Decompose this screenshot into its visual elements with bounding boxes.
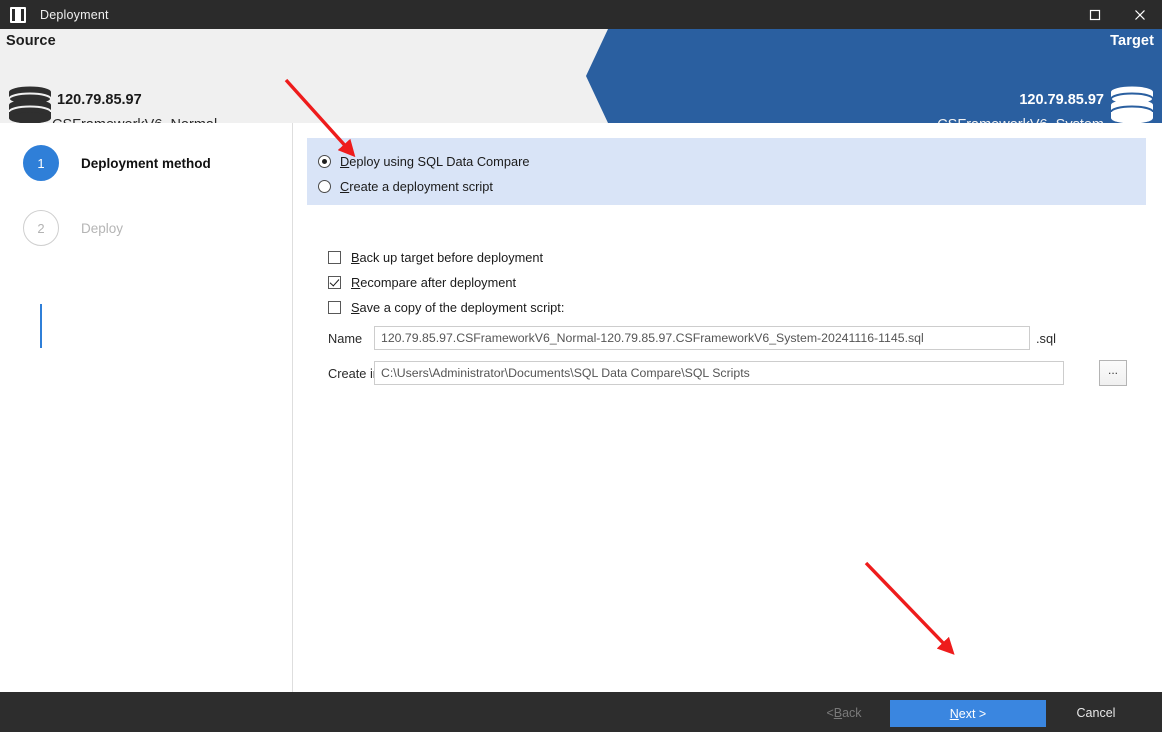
next-button-rest: ext > — [959, 707, 986, 721]
radio-label-deploy-rest: eploy using SQL Data Compare — [349, 154, 529, 169]
next-button[interactable]: Next > — [890, 700, 1046, 727]
close-icon[interactable] — [1117, 0, 1162, 29]
step-2-label: Deploy — [81, 221, 123, 236]
accel-back: B — [834, 706, 842, 720]
back-button-prefix: < — [826, 706, 833, 720]
checkbox-label-save-copy: Save a copy of the deployment script: — [351, 300, 564, 315]
create-in-field-label: Create in — [328, 366, 380, 381]
radio-create-deployment-script[interactable]: Create a deployment script — [318, 179, 493, 194]
accel-backup: B — [351, 250, 360, 265]
accel-deploy: D — [340, 154, 349, 169]
accel-save-copy: S — [351, 300, 360, 315]
target-heading: Target — [1110, 33, 1154, 49]
step-1-number: 1 — [23, 145, 59, 181]
checkbox-label-backup-rest: ack up target before deployment — [360, 250, 544, 265]
target-database-icon — [1110, 86, 1154, 123]
name-field-label: Name — [328, 331, 362, 346]
source-host: 120.79.85.97 — [57, 92, 142, 108]
create-in-input[interactable]: C:\Users\Administrator\Documents\SQL Dat… — [374, 361, 1064, 385]
checkbox-label-recompare-rest: ecompare after deployment — [360, 275, 516, 290]
checkbox-save-copy-of-script[interactable]: Save a copy of the deployment script: — [328, 300, 564, 315]
step-connector-line — [40, 304, 42, 348]
sql-extension-label: .sql — [1036, 331, 1056, 346]
window-controls — [1072, 0, 1162, 29]
title-bar: Deployment — [0, 0, 1162, 29]
deployment-method-panel — [307, 138, 1146, 205]
cancel-button[interactable]: Cancel — [1056, 701, 1136, 725]
accel-next: N — [950, 707, 959, 721]
checkbox-label-backup: Back up target before deployment — [351, 250, 543, 265]
target-host: 120.79.85.97 — [1019, 92, 1104, 108]
checkbox-label-recompare: Recompare after deployment — [351, 275, 516, 290]
source-target-banner: Source 120.79.85.97 CSFrameworkV6_Normal… — [0, 29, 1162, 123]
checkbox-recompare-after-deployment[interactable]: Recompare after deployment — [328, 275, 516, 290]
target-banner-shape — [586, 29, 1162, 123]
sidebar-step-deploy[interactable]: 2 Deploy — [23, 210, 123, 246]
back-button-rest: ack — [842, 706, 861, 720]
checkbox-indicator-backup[interactable] — [328, 251, 341, 264]
browse-folder-button[interactable]: ... — [1099, 360, 1127, 386]
deployment-wizard-window: Deployment Source — [0, 0, 1162, 732]
source-database-icon — [8, 86, 52, 123]
maximize-icon[interactable] — [1072, 0, 1117, 29]
radio-indicator-create-script[interactable] — [318, 180, 331, 193]
radio-deploy-using-sql-data-compare[interactable]: Deploy using SQL Data Compare — [318, 154, 529, 169]
accel-create-script: C — [340, 179, 349, 194]
radio-label-create-script: Create a deployment script — [340, 179, 493, 194]
main-content-panel: Deploy using SQL Data Compare Create a d… — [294, 123, 1162, 692]
accel-recompare: R — [351, 275, 360, 290]
step-2-number: 2 — [23, 210, 59, 246]
step-1-label: Deployment method — [81, 156, 211, 171]
back-button: < Back — [800, 701, 888, 725]
radio-indicator-deploy[interactable] — [318, 155, 331, 168]
wizard-steps-sidebar: 1 Deployment method 2 Deploy — [0, 123, 293, 692]
window-title: Deployment — [40, 8, 109, 22]
checkbox-indicator-save-copy[interactable] — [328, 301, 341, 314]
checkbox-indicator-recompare[interactable] — [328, 276, 341, 289]
name-input[interactable]: 120.79.85.97.CSFrameworkV6_Normal-120.79… — [374, 326, 1030, 350]
source-heading: Source — [6, 33, 56, 49]
data-compare-icon — [10, 7, 26, 23]
radio-label-deploy: Deploy using SQL Data Compare — [340, 154, 529, 169]
checkbox-back-up-target[interactable]: Back up target before deployment — [328, 250, 543, 265]
radio-label-create-script-rest: reate a deployment script — [349, 179, 493, 194]
checkbox-label-save-copy-rest: ave a copy of the deployment script: — [360, 300, 565, 315]
sidebar-step-deployment-method[interactable]: 1 Deployment method — [23, 145, 211, 181]
